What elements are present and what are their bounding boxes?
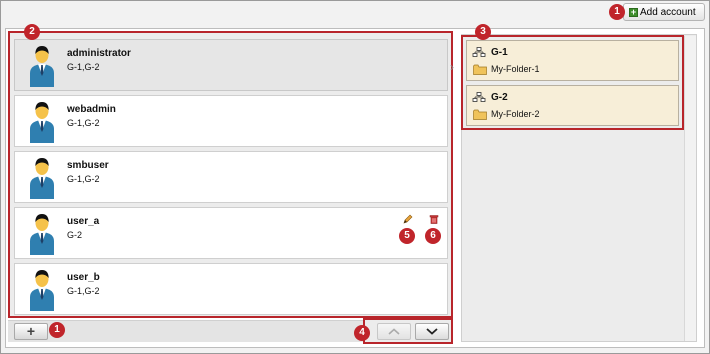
- user-groups: G-1,G-2: [67, 174, 100, 184]
- chevron-up-icon: [388, 328, 400, 335]
- selection-arrow-icon: ›: [450, 60, 454, 74]
- user-avatar-icon: [30, 214, 54, 255]
- group-name: G-1: [491, 47, 508, 58]
- user-card[interactable]: smbuser G-1,G-2: [14, 151, 448, 203]
- move-up-button[interactable]: [377, 323, 411, 340]
- user-avatar-icon: [30, 158, 54, 199]
- user-groups: G-1,G-2: [67, 118, 100, 128]
- folder-name: My-Folder-1: [491, 64, 540, 74]
- username: user_b: [67, 272, 100, 283]
- callout-badge-add-account: 1: [609, 4, 625, 20]
- user-list: administrator G-1,G-2 webadmin G-1,G-2 s…: [8, 31, 453, 318]
- username: administrator: [67, 48, 131, 59]
- scrollbar[interactable]: [684, 36, 696, 341]
- navigation-group: [363, 318, 453, 344]
- user-groups: G-1,G-2: [67, 62, 100, 72]
- callout-badge-user-list: 2: [24, 24, 40, 40]
- group-card[interactable]: G-1 My-Folder-1: [466, 40, 679, 81]
- group-name: G-2: [491, 92, 508, 103]
- user-groups: G-1,G-2: [67, 286, 100, 296]
- network-group-icon: [472, 47, 486, 57]
- folder-name: My-Folder-2: [491, 109, 540, 119]
- add-user-button[interactable]: +: [14, 323, 48, 340]
- chevron-down-icon: [426, 328, 438, 335]
- user-avatar-icon: [30, 270, 54, 311]
- callout-badge-delete: 6: [425, 228, 441, 244]
- callout-badge-navigation: 4: [354, 325, 370, 341]
- username: user_a: [67, 216, 100, 227]
- folder-icon: [473, 109, 487, 120]
- username: smbuser: [67, 160, 109, 171]
- user-card[interactable]: user_b G-1,G-2: [14, 263, 448, 315]
- add-account-button[interactable]: + Add account: [623, 3, 705, 21]
- add-icon: +: [629, 6, 638, 17]
- callout-badge-add-button: 1: [49, 322, 65, 338]
- user-card[interactable]: administrator G-1,G-2: [14, 39, 448, 91]
- user-groups: G-2: [67, 230, 83, 240]
- folder-icon: [473, 64, 487, 75]
- user-card[interactable]: user_a G-2: [14, 207, 448, 259]
- move-down-button[interactable]: [415, 323, 449, 340]
- callout-badge-edit: 5: [399, 228, 415, 244]
- user-avatar-icon: [30, 102, 54, 143]
- user-avatar-icon: [30, 46, 54, 87]
- group-card[interactable]: G-2 My-Folder-2: [466, 85, 679, 126]
- username: webadmin: [67, 104, 116, 115]
- user-card[interactable]: webadmin G-1,G-2: [14, 95, 448, 147]
- trash-icon[interactable]: [429, 214, 439, 224]
- callout-badge-group-list: 3: [475, 24, 491, 40]
- add-account-label: Add account: [640, 6, 696, 18]
- network-group-icon: [472, 92, 486, 102]
- pencil-icon[interactable]: [403, 214, 413, 224]
- group-list: G-1 My-Folder-1 G-2 My-Folder-2: [461, 35, 684, 130]
